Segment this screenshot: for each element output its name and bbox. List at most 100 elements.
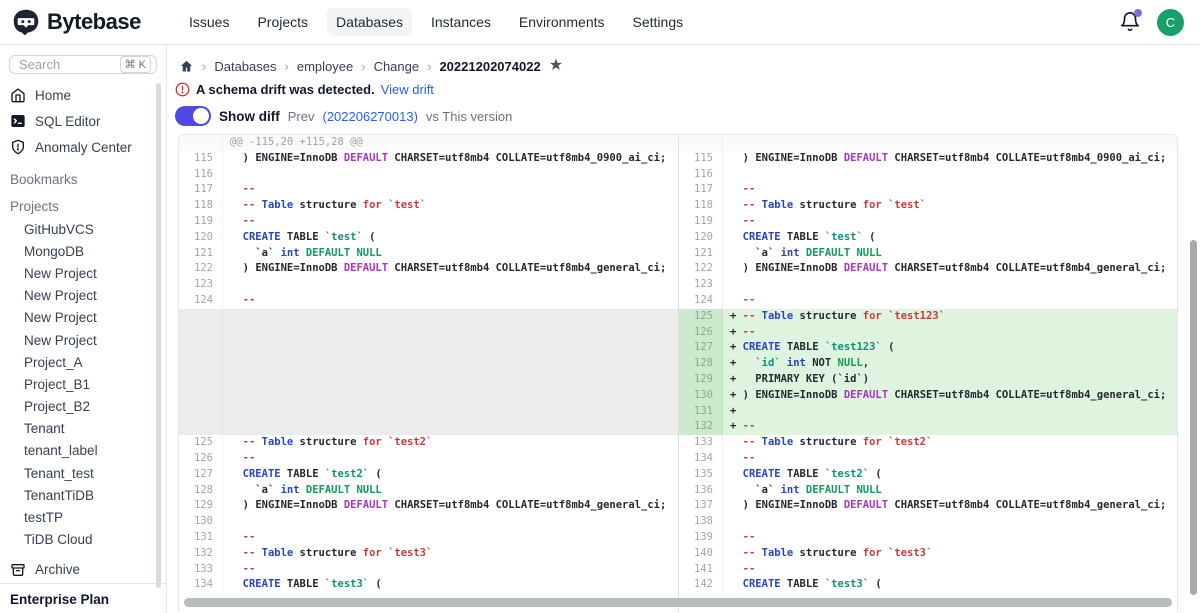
- nav-item-projects[interactable]: Projects: [248, 8, 317, 36]
- diff-pane-previous: @@ -115,20 +115,28 @@115 ) ENGINE=InnoDB…: [179, 135, 678, 612]
- diff-context-row: 139 --: [679, 530, 1177, 546]
- nav-item-issues[interactable]: Issues: [180, 8, 238, 36]
- breadcrumb-item-databases[interactable]: Databases: [214, 59, 276, 74]
- notifications-bell-icon[interactable]: [1119, 11, 1141, 33]
- diff-added-row: 130+ ) ENGINE=InnoDB DEFAULT CHARSET=utf…: [679, 388, 1177, 404]
- breadcrumb-item-employee[interactable]: employee: [297, 59, 353, 74]
- diff-horizontal-scrollbar[interactable]: [184, 598, 1172, 607]
- project-item[interactable]: TiDB Cloud: [0, 529, 166, 551]
- diff-context-row: 136 `a` int DEFAULT NULL: [679, 483, 1177, 499]
- diff-context-row: 124 --: [179, 293, 678, 309]
- diff-context-row: 116: [679, 167, 1177, 183]
- bookmarks-section-label[interactable]: Bookmarks: [0, 172, 166, 187]
- diff-context-row: 133 -- Table structure for `test2`: [679, 435, 1177, 451]
- page-vertical-scrollbar[interactable]: [1190, 240, 1197, 595]
- project-item[interactable]: tenant_label: [0, 440, 166, 462]
- diff-context-row: 121 `a` int DEFAULT NULL: [179, 246, 678, 262]
- sidebar-item-anomaly-center[interactable]: Anomaly Center: [0, 134, 166, 160]
- toggle-knob: [193, 108, 209, 124]
- diff-filler-row: [179, 309, 678, 325]
- project-item[interactable]: New Project: [0, 285, 166, 307]
- nav-item-settings[interactable]: Settings: [624, 8, 693, 36]
- breadcrumb-separator-icon: ›: [285, 59, 289, 74]
- project-item[interactable]: Project_B1: [0, 373, 166, 395]
- main-content: › Databases › employee › Change › 202212…: [167, 45, 1200, 613]
- diff-filler-row: [179, 404, 678, 420]
- prev-version-link[interactable]: (202206270013): [322, 109, 417, 124]
- project-item[interactable]: Tenant_test: [0, 462, 166, 484]
- diff-filler-row: [179, 325, 678, 341]
- view-drift-link[interactable]: View drift: [381, 82, 434, 97]
- breadcrumb-item-change[interactable]: Change: [374, 59, 420, 74]
- search-box[interactable]: ⌘ K: [9, 55, 157, 74]
- diff-added-row: 126+ --: [679, 325, 1177, 341]
- diff-context-row: 119 --: [679, 214, 1177, 230]
- diff-context-row: 132 -- Table structure for `test3`: [179, 546, 678, 562]
- diff-context-row: 128 `a` int DEFAULT NULL: [179, 483, 678, 499]
- diff-filler-row: [179, 419, 678, 435]
- sidebar-item-label: SQL Editor: [35, 114, 101, 129]
- breadcrumb-separator-icon: ›: [427, 59, 431, 74]
- show-diff-toggle[interactable]: [175, 106, 211, 126]
- project-item[interactable]: MongoDB: [0, 240, 166, 262]
- diff-context-row: 122 ) ENGINE=InnoDB DEFAULT CHARSET=utf8…: [179, 261, 678, 277]
- user-avatar[interactable]: C: [1157, 9, 1184, 36]
- sql-editor-icon: [10, 113, 26, 129]
- search-input[interactable]: [19, 57, 97, 72]
- diff-context-row: 119 --: [179, 214, 678, 230]
- diff-context-row: 140 -- Table structure for `test3`: [679, 546, 1177, 562]
- projects-section-label[interactable]: Projects: [0, 199, 166, 214]
- diff-added-row: 132+ --: [679, 419, 1177, 435]
- diff-added-row: 125+ -- Table structure for `test123`: [679, 309, 1177, 325]
- sidebar-item-archive[interactable]: Archive: [0, 557, 166, 583]
- diff-context-row: 134 --: [679, 451, 1177, 467]
- project-item[interactable]: New Project: [0, 329, 166, 351]
- notification-dot: [1134, 9, 1142, 17]
- diff-filler-row: [179, 340, 678, 356]
- show-diff-label: Show diff: [219, 109, 280, 124]
- alert-message: A schema drift was detected.: [196, 82, 375, 97]
- diff-added-row: 127+ CREATE TABLE `test123` (: [679, 340, 1177, 356]
- brand-name: Bytebase: [47, 9, 141, 35]
- sidebar-scrollbar[interactable]: [156, 83, 161, 588]
- breadcrumb-separator-icon: ›: [361, 59, 365, 74]
- diff-added-row: 128+ `id` int NOT NULL,: [679, 356, 1177, 372]
- brand[interactable]: Bytebase: [12, 8, 180, 36]
- project-item[interactable]: Tenant: [0, 418, 166, 440]
- diff-context-row: 126 --: [179, 451, 678, 467]
- diff-context-row: 118 -- Table structure for `test`: [679, 198, 1177, 214]
- nav-item-databases[interactable]: Databases: [327, 8, 412, 36]
- diff-context-row: 138: [679, 514, 1177, 530]
- diff-pane-current: 115 ) ENGINE=InnoDB DEFAULT CHARSET=utf8…: [678, 135, 1177, 612]
- sidebar-item-label: Archive: [35, 562, 80, 577]
- diff-context-row: 123: [179, 277, 678, 293]
- diff-context-row: 124 --: [679, 293, 1177, 309]
- project-item[interactable]: Project_B2: [0, 396, 166, 418]
- project-item[interactable]: TenantTiDB: [0, 484, 166, 506]
- nav-item-environments[interactable]: Environments: [510, 8, 614, 36]
- alert-circle-icon: [175, 82, 190, 97]
- project-item[interactable]: testTP: [0, 506, 166, 528]
- diff-context-row: 125 -- Table structure for `test2`: [179, 435, 678, 451]
- nav-item-instances[interactable]: Instances: [422, 8, 500, 36]
- prev-label: Prev: [288, 109, 315, 124]
- top-navbar: Bytebase Issues Projects Databases Instance…: [0, 0, 1200, 45]
- breadcrumb-home-icon[interactable]: [179, 59, 194, 74]
- sidebar-item-sql-editor[interactable]: SQL Editor: [0, 108, 166, 134]
- diff-hunk-header: [679, 135, 1177, 151]
- diff-filler-row: [179, 372, 678, 388]
- project-item[interactable]: GitHubVCS: [0, 218, 166, 240]
- project-item[interactable]: Project_A: [0, 351, 166, 373]
- project-item[interactable]: New Project: [0, 262, 166, 284]
- sidebar-item-home[interactable]: Home: [0, 82, 166, 108]
- search-shortcut-badge: ⌘ K: [120, 56, 151, 73]
- bytebase-logo-icon: [12, 8, 40, 36]
- bookmark-star-icon[interactable]: ★: [549, 58, 563, 74]
- diff-context-row: 115 ) ENGINE=InnoDB DEFAULT CHARSET=utf8…: [679, 151, 1177, 167]
- anomaly-center-shield-icon: [10, 139, 26, 155]
- vs-this-version-label: vs This version: [426, 109, 512, 124]
- project-item[interactable]: New Project: [0, 307, 166, 329]
- sidebar-item-label: Anomaly Center: [35, 140, 132, 155]
- diff-context-row: 127 CREATE TABLE `test2` (: [179, 467, 678, 483]
- diff-filler-row: [179, 388, 678, 404]
